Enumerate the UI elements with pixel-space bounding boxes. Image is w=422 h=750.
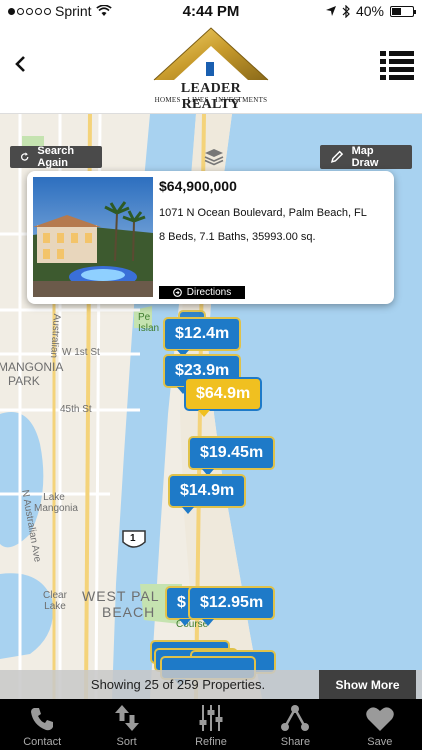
map-label-peanut-island: Pe Islan [138,312,160,334]
map-label-w1st: W 1st St [62,347,100,358]
house-roof-icon [153,27,269,81]
tab-contact[interactable]: Contact [0,699,84,750]
tab-share[interactable]: Share [253,699,337,750]
bottom-tab-bar: Contact Sort Refine Share Save [0,699,422,750]
show-more-button[interactable]: Show More [319,670,416,699]
pin-label: $12.4m [175,325,230,342]
tab-share-label: Share [280,736,311,748]
price-pin[interactable]: $12.4m [163,317,242,357]
back-button[interactable] [14,52,26,80]
tab-save[interactable]: Save [338,699,422,750]
location-arrow-icon [325,6,336,16]
map-label-lake-mangonia: Lake Mangonia [34,492,78,514]
property-popup[interactable]: $64,900,000 1071 N Ocean Boulevard, Palm… [27,171,394,304]
bluetooth-icon [342,4,350,18]
search-again-label: Search Again [37,145,75,169]
property-details: 8 Beds, 7.1 Baths, 35993.00 sq. [159,231,316,243]
refresh-icon [20,152,29,161]
price-pin-selected[interactable]: $64.9m [184,377,263,417]
pin-label: $19.45m [200,444,264,461]
directions-icon [172,288,182,297]
results-count: Showing 25 of 259 Properties. [90,677,266,692]
app-header: LEADER REALTY HOMES · LIVES · INVESTMENT… [0,22,422,114]
map-label-clear-lake: Clear Lake [43,590,67,612]
sliders-icon [199,705,223,731]
tab-refine[interactable]: Refine [169,699,253,750]
heart-icon [366,707,394,731]
map-label-45th: 45th St [60,404,92,415]
battery-icon [390,5,416,17]
phone-icon [31,708,54,731]
price-pin[interactable]: $12.95m [188,586,276,626]
battery-percent: 40% [355,3,384,19]
map-draw-button[interactable]: Map Draw [320,145,412,169]
pencil-icon [330,150,344,163]
map-label-beach: BEACH [102,604,156,620]
pin-label: $12.95m [200,594,264,611]
property-photo[interactable] [33,177,153,297]
map-label-mangonia: MANGONIA [0,360,64,374]
map-draw-label: Map Draw [351,145,379,169]
logo-tagline: HOMES · LIVES · INVESTMENTS [154,96,268,104]
map-view[interactable]: MANGONIA PARK W 1st St 45th St N Austral… [0,114,422,699]
tab-sort[interactable]: Sort [84,699,168,750]
list-menu-icon[interactable] [380,50,414,82]
tab-save-label: Save [367,736,393,748]
directions-label: Directions [186,287,232,298]
property-address: 1071 N Ocean Boulevard, Palm Beach, FL [159,207,367,219]
results-bar: Showing 25 of 259 Properties. Show More [0,670,422,699]
pin-label: $ [177,594,186,611]
tab-sort-label: Sort [116,736,137,748]
pin-label: $64.9m [196,385,251,402]
status-bar: Sprint 4:44 PM 40% [0,0,422,22]
directions-button[interactable]: Directions [159,286,245,299]
map-label-route-1: 1 [130,533,136,544]
pin-label: $14.9m [180,482,235,499]
tab-refine-label: Refine [195,736,227,748]
search-again-button[interactable]: Search Again [10,145,102,169]
sort-icon [114,705,139,731]
share-icon [281,705,310,731]
price-pin[interactable]: $14.9m [168,474,247,514]
price-pin[interactable]: $19.45m [188,436,276,476]
property-price: $64,900,000 [159,178,237,194]
map-label-park: PARK [8,374,40,388]
mansion-photo [33,177,153,297]
chevron-left-icon [15,56,25,72]
tab-contact-label: Contact [23,736,62,748]
status-right: 40% [325,3,416,19]
leader-realty-logo: LEADER REALTY HOMES · LIVES · INVESTMENT… [150,24,272,112]
map-label-west-palm: WEST PAL [82,588,160,604]
layers-icon[interactable] [204,148,224,166]
